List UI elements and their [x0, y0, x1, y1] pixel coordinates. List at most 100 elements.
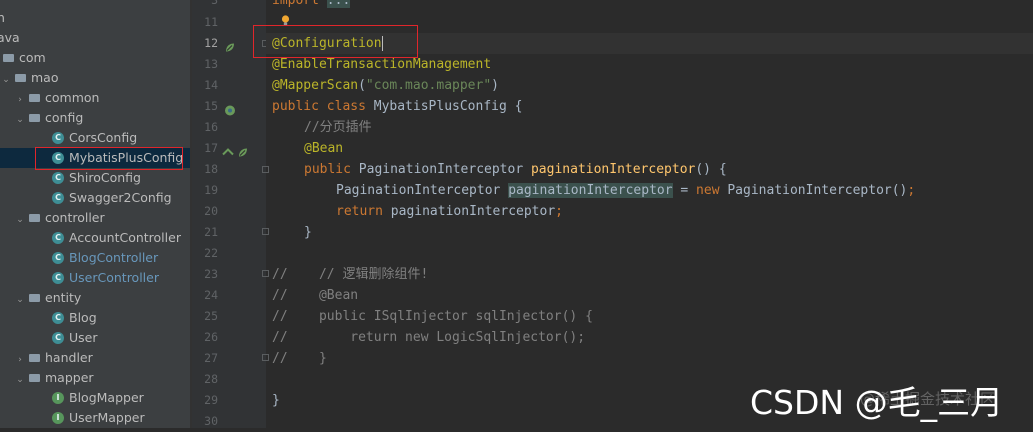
spring-bean-icon[interactable] — [237, 142, 249, 163]
spring-bean-icon[interactable] — [224, 37, 236, 58]
code-line-19: PaginationInterceptor paginationIntercep… — [336, 180, 915, 201]
code-comment: // public ISqlInjector sqlInjector() { — [272, 309, 593, 324]
tree-item-config[interactable]: ⌄ config — [14, 108, 83, 128]
folder-icon — [29, 353, 40, 362]
tree-item-controller[interactable]: ⌄ controller — [14, 208, 104, 230]
code-token: ; — [555, 204, 563, 219]
highlight-box-tree — [35, 147, 183, 170]
tree-item-handler[interactable]: › handler — [14, 348, 93, 368]
tree-item-label: mapper — [45, 370, 94, 385]
code-line-15: public class MybatisPlusConfig { — [272, 96, 522, 117]
line-number: 3 — [211, 0, 218, 7]
tree-item-label: BlogMapper — [69, 390, 144, 405]
bean-method-icon[interactable] — [222, 142, 234, 163]
code-line-26: // return new LogicSqlInjector(); — [272, 327, 585, 348]
folder-icon — [29, 213, 40, 222]
line-number: 22 — [204, 246, 218, 260]
tree-item-entity[interactable]: ⌄ entity — [14, 288, 81, 308]
tree-item-label: ShiroConfig — [69, 170, 141, 185]
class-icon: C — [52, 191, 64, 204]
code-token: @EnableTransactionManagement — [272, 57, 492, 72]
line-number: 24 — [204, 288, 218, 302]
line-number: 14 — [204, 78, 218, 92]
folded-imports[interactable]: ... — [326, 0, 351, 8]
tree-item-label: UserController — [69, 270, 159, 285]
code-token: = — [672, 183, 697, 198]
tree-item-partial-n[interactable]: n — [0, 8, 5, 28]
line-number: 16 — [204, 120, 218, 134]
code-line-21: } — [304, 222, 312, 243]
tree-item-common[interactable]: › common — [14, 88, 99, 108]
tree-item-label: UserMapper — [69, 410, 145, 425]
tree-item-usermapper[interactable]: I UserMapper — [52, 408, 145, 428]
folder-icon — [29, 293, 40, 302]
class-icon: C — [52, 131, 64, 144]
class-icon: C — [52, 331, 64, 344]
class-icon: C — [52, 231, 64, 244]
class-icon: C — [52, 251, 64, 264]
chevron-down-icon[interactable]: ⌄ — [14, 370, 26, 390]
code-comment: //分页插件 — [304, 120, 372, 135]
tree-item-label: AccountController — [69, 230, 181, 245]
code-line-25: // public ISqlInjector sqlInjector() { — [272, 306, 593, 327]
tree-item-label: CorsConfig — [69, 130, 138, 145]
tree-item-label: Swagger2Config — [69, 190, 172, 205]
tree-item-mapper[interactable]: ⌄ mapper — [14, 368, 94, 390]
code-line-24: // @Bean — [272, 285, 358, 306]
tree-item-blogmapper[interactable]: I BlogMapper — [52, 388, 144, 408]
tree-item-label: config — [45, 110, 84, 125]
tree-item-mao[interactable]: ⌄ mao — [0, 68, 58, 88]
code-line-16: //分页插件 — [304, 117, 372, 138]
code-line-13: @EnableTransactionManagement — [272, 54, 491, 75]
tree-item-swagger2config[interactable]: C Swagger2Config — [52, 188, 172, 208]
tree-item-label: handler — [45, 350, 93, 365]
line-number: 19 — [204, 183, 218, 197]
tree-item-label: n — [0, 10, 5, 25]
line-number: 25 — [204, 309, 218, 323]
tree-item-user[interactable]: C User — [52, 328, 98, 348]
class-icon: C — [52, 311, 64, 324]
tree-item-shiroconfig[interactable]: C ShiroConfig — [52, 168, 141, 188]
line-number: 18 — [204, 162, 218, 176]
spring-config-icon[interactable] — [224, 100, 236, 121]
chevron-down-icon[interactable]: ⌄ — [14, 210, 26, 230]
code-token: MybatisPlusConfig { — [373, 99, 523, 114]
code-comment: // return new LogicSqlInjector(); — [272, 330, 586, 345]
code-token: paginationInterceptor — [390, 204, 556, 219]
tree-item-label: BlogController — [69, 250, 159, 265]
code-token: } — [272, 393, 280, 408]
code-token: @Bean — [304, 141, 344, 156]
code-token: return — [336, 204, 391, 219]
folder-icon — [29, 373, 40, 382]
code-token: PaginationInterceptor — [336, 183, 509, 198]
code-token: public class — [272, 99, 374, 114]
chevron-right-icon[interactable]: › — [14, 350, 26, 370]
line-number: 15 — [204, 99, 218, 113]
tree-item-blog[interactable]: C Blog — [52, 308, 97, 328]
tree-item-label: Blog — [69, 310, 97, 325]
code-line-27: // } — [272, 348, 327, 369]
tree-item-label: com — [19, 50, 46, 65]
line-number: 30 — [204, 414, 218, 428]
tree-item-com[interactable]: com — [0, 48, 46, 68]
tree-item-usercontroller[interactable]: C UserController — [52, 268, 159, 288]
folder-icon — [15, 73, 26, 82]
code-token: } — [304, 225, 312, 240]
tree-item-corsconfig[interactable]: C CorsConfig — [52, 128, 137, 148]
tree-item-label: mao — [31, 70, 59, 85]
line-number: 28 — [204, 372, 218, 386]
code-line-3: import ... — [272, 0, 351, 11]
chevron-down-icon[interactable]: ⌄ — [14, 110, 26, 130]
code-line-23: // // 逻辑删除组件! — [272, 264, 428, 285]
chevron-down-icon[interactable]: ⌄ — [14, 290, 26, 310]
chevron-right-icon[interactable]: › — [14, 90, 26, 110]
watermark-csdn: CSDN @毛_三月 — [750, 383, 1004, 422]
code-token: ( — [358, 78, 366, 93]
chevron-down-icon[interactable]: ⌄ — [0, 70, 12, 90]
code-token: public — [304, 162, 359, 177]
line-number: 12 — [204, 36, 218, 50]
project-tree-panel: n ava com ⌄ mao › common ⌄ config C CorsConf… — [0, 0, 190, 428]
tree-item-blogcontroller[interactable]: C BlogController — [52, 248, 158, 268]
tree-item-partial-java[interactable]: ava — [0, 28, 20, 48]
tree-item-accountcontroller[interactable]: C AccountController — [52, 228, 181, 248]
